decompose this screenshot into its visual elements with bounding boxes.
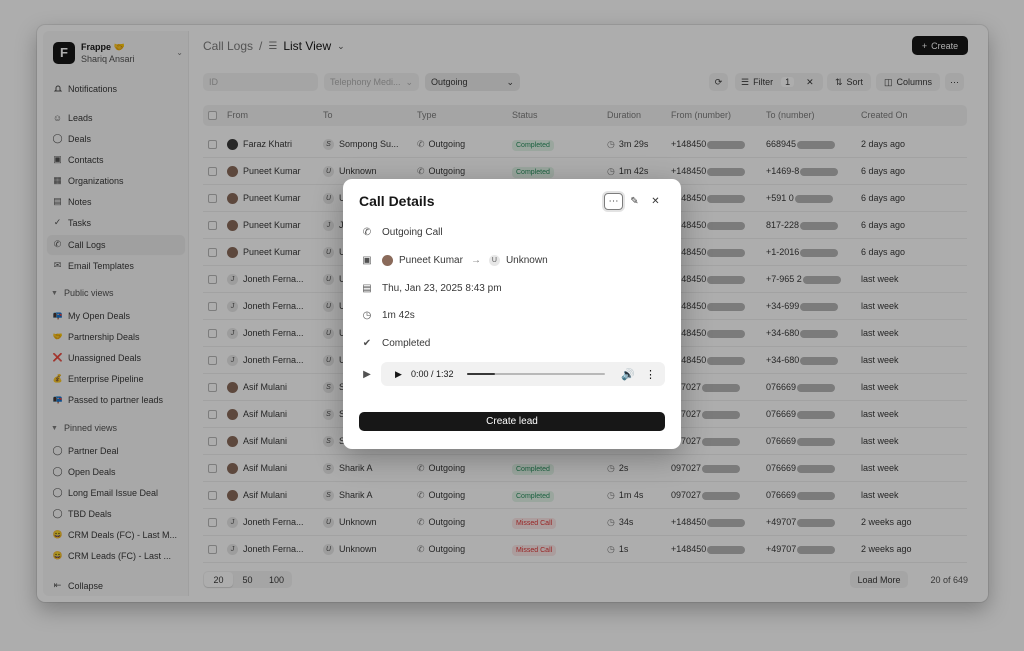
play-circle-icon: ▶: [363, 368, 371, 380]
arrow-right-icon: →: [470, 254, 481, 266]
dialog-title: Call Details: [359, 193, 435, 209]
audio-seek-slider[interactable]: [467, 373, 605, 375]
calendar-icon: ▤: [362, 282, 372, 294]
close-icon: ✕: [651, 196, 660, 207]
caller-name[interactable]: Puneet Kumar: [399, 255, 463, 266]
edit-button[interactable]: ✎: [625, 193, 644, 210]
clock-icon: ◷: [362, 309, 372, 321]
play-icon[interactable]: ▶: [395, 369, 402, 380]
contact-card-icon: ▣: [362, 254, 372, 266]
call-duration: 1m 42s: [382, 309, 415, 321]
edit-icon: ✎: [630, 196, 639, 207]
audio-player: ▶ 0:00 / 1:32 🔊 ⋮: [381, 362, 665, 386]
call-details-dialog: Call Details ⋯ ✎ ✕ ✆ Outgoing Call ▣ Pune…: [343, 179, 681, 449]
more-vertical-icon[interactable]: ⋮: [645, 368, 656, 381]
audio-progress-fill: [467, 373, 495, 375]
call-datetime: Thu, Jan 23, 2025 8:43 pm: [382, 282, 502, 294]
participants-row: ▣ Puneet Kumar → U Unknown: [361, 251, 548, 269]
check-circle-icon: ✔: [362, 337, 372, 349]
call-type: Outgoing Call: [382, 226, 443, 238]
audio-time: 0:00 / 1:32: [411, 369, 454, 379]
receiver-name[interactable]: Unknown: [506, 255, 548, 266]
more-horizontal-icon: ⋯: [608, 196, 619, 207]
datetime-row: ▤ Thu, Jan 23, 2025 8:43 pm: [361, 279, 502, 297]
create-lead-button[interactable]: Create lead: [359, 412, 665, 431]
more-options-button[interactable]: ⋯: [604, 193, 623, 210]
duration-row: ◷ 1m 42s: [361, 306, 415, 324]
avatar: [382, 254, 393, 266]
status-row: ✔ Completed: [361, 334, 431, 352]
phone-outgoing-icon: ✆: [362, 226, 372, 238]
volume-icon[interactable]: 🔊: [621, 368, 635, 381]
recording-row: ▶: [361, 365, 382, 383]
call-type-row: ✆ Outgoing Call: [361, 223, 443, 241]
avatar: U: [488, 254, 500, 266]
call-status: Completed: [382, 337, 431, 349]
close-button[interactable]: ✕: [646, 193, 665, 210]
